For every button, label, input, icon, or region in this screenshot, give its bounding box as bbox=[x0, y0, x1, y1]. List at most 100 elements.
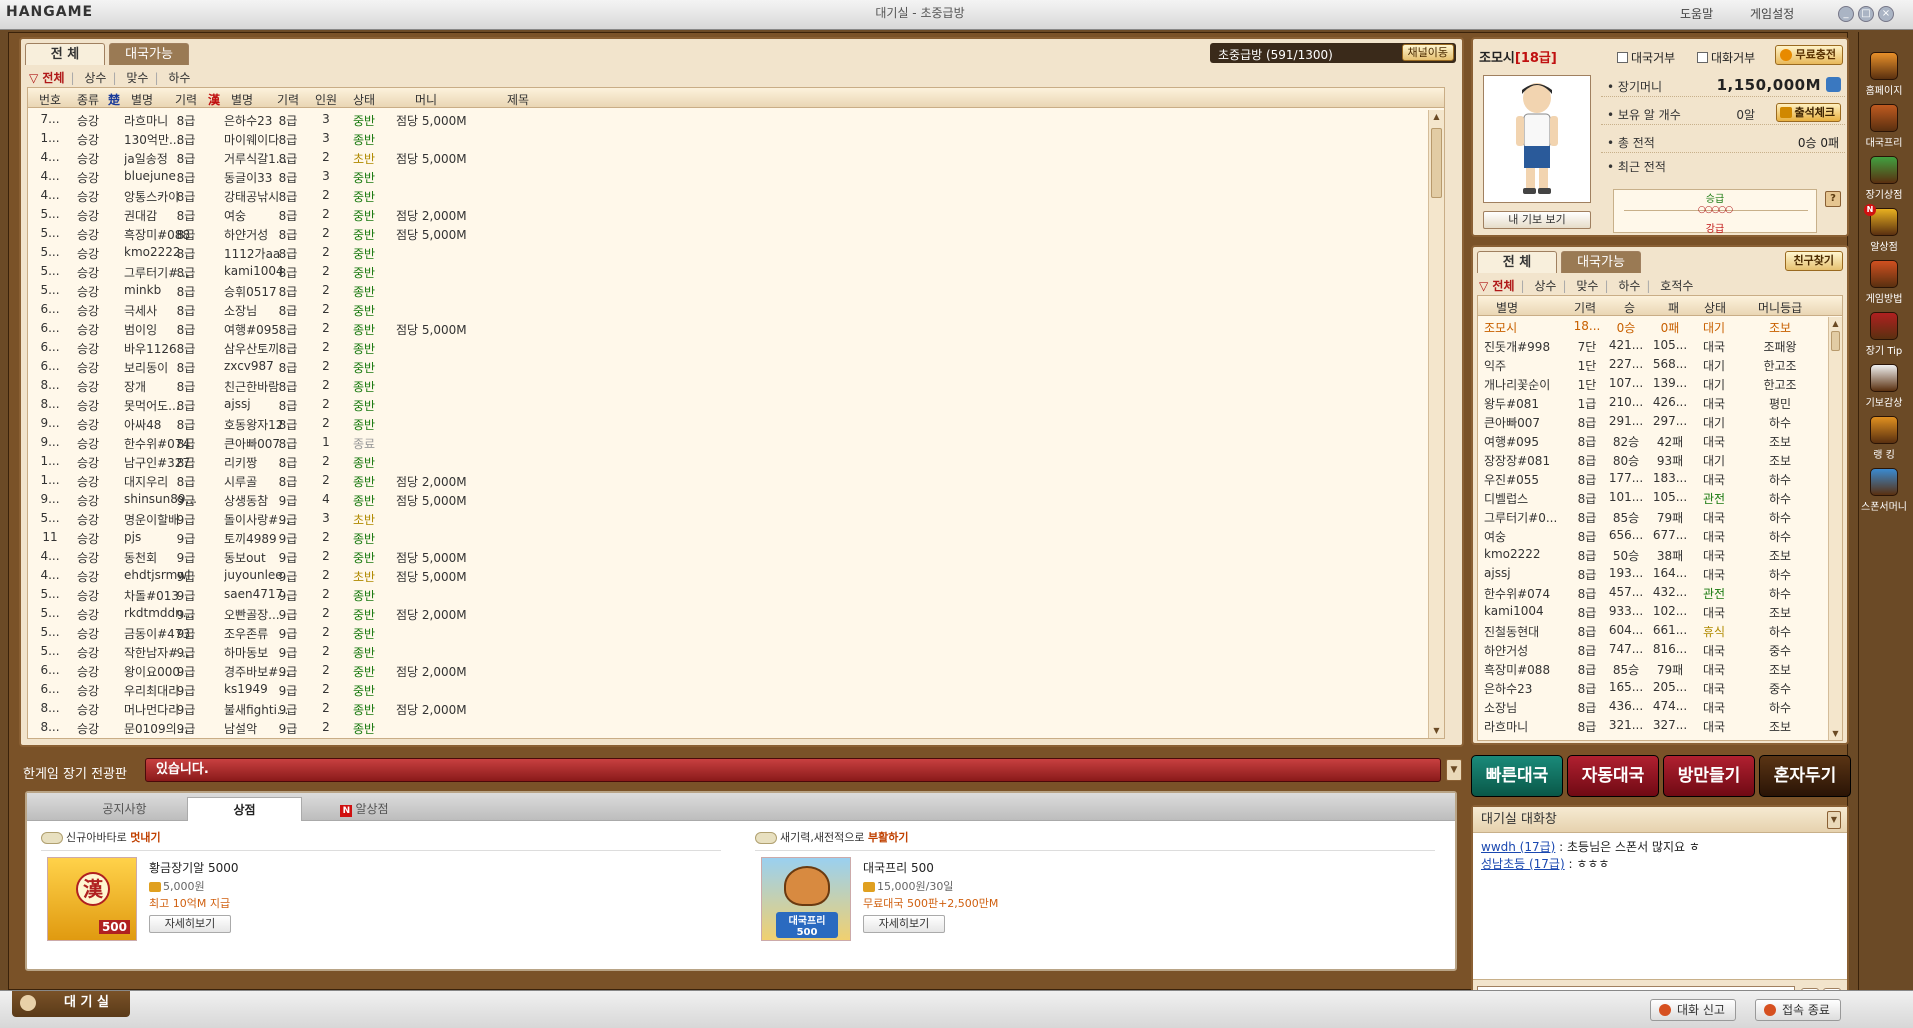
col-grade-han[interactable]: 기력 bbox=[272, 91, 304, 108]
room-row[interactable]: 9... 승강 아싸48 8급 호동왕자12 8급 2 종반 bbox=[28, 414, 1444, 433]
room-row[interactable]: 8... 승강 장개 8급 친근한바람 8급 2 종반 bbox=[28, 376, 1444, 395]
user-row[interactable]: 개나리꽃순이 1단 107... 139... 대기 한고조 bbox=[1478, 374, 1842, 393]
room-row[interactable]: 1... 승강 대지우리 8급 시루골 8급 2 종반 점당 2,000M bbox=[28, 471, 1444, 490]
col-user-money-grade[interactable]: 머니등급 bbox=[1758, 299, 1802, 316]
lobby-room-tab[interactable]: 대 기 실 bbox=[12, 991, 130, 1017]
room-row[interactable]: 6... 승강 우리최대리 9급 ks1949 9급 2 중반 bbox=[28, 680, 1444, 699]
col-type[interactable]: 종류 bbox=[72, 91, 104, 108]
create-room-button[interactable]: 방만들기 bbox=[1663, 755, 1755, 797]
col-user-grade[interactable]: 기력 bbox=[1574, 299, 1596, 316]
user-row[interactable]: 익주 1단 227... 568... 대기 한고조 bbox=[1478, 355, 1842, 374]
notice-expand-icon[interactable]: ▼ bbox=[1446, 759, 1462, 781]
product-detail-button[interactable]: 자세히보기 bbox=[863, 915, 945, 933]
my-gibo-button[interactable]: 내 기보 보기 bbox=[1483, 211, 1591, 229]
user-row[interactable]: 우진#055 8급 177... 183... 대국 하수 bbox=[1478, 469, 1842, 488]
room-row[interactable]: 4... 승강 ja일송정 8급 거루식갈1... 8급 2 초반 점당 5,000M bbox=[28, 148, 1444, 167]
scroll-up-arrow-icon[interactable]: ▲ bbox=[1431, 111, 1442, 123]
tab-all-rooms[interactable]: 전 체 bbox=[25, 43, 105, 65]
user-filter-higher[interactable]: 상수 bbox=[1534, 279, 1556, 293]
user-list-scroll-thumb[interactable] bbox=[1831, 331, 1840, 351]
col-status[interactable]: 상태 bbox=[348, 91, 380, 108]
col-nick-chu[interactable]: 별명 bbox=[124, 91, 160, 108]
chat-expand-icon[interactable]: ▼ bbox=[1827, 811, 1841, 829]
room-row[interactable]: 6... 승강 왕이요000 9급 경주바보#... 9급 2 중반 점당 2,000M bbox=[28, 661, 1444, 680]
auto-game-button[interactable]: 자동대국 bbox=[1567, 755, 1659, 797]
sidebar-howto-button[interactable]: 게임방법 bbox=[1862, 256, 1906, 312]
tab-playable-users[interactable]: 대국가능 bbox=[1561, 251, 1641, 273]
tab-shop[interactable]: 상점 bbox=[187, 797, 302, 821]
product-detail-button[interactable]: 자세히보기 bbox=[149, 915, 231, 933]
sidebar-sponsor-button[interactable]: 스폰서머니 bbox=[1861, 464, 1907, 520]
scroll-up-arrow-icon[interactable]: ▲ bbox=[1830, 318, 1841, 330]
find-friend-button[interactable]: 친구찾기 bbox=[1784, 251, 1843, 271]
col-nick-han[interactable]: 별명 bbox=[224, 91, 260, 108]
user-row[interactable]: 진돗개#998 7단 421... 105... 대국 조패왕 bbox=[1478, 336, 1842, 355]
room-row[interactable]: 4... 승강 ehdtjsrmwl 9급 juyounlee 9급 2 초반 점당 5,000… bbox=[28, 566, 1444, 585]
help-question-icon[interactable]: ? bbox=[1825, 191, 1841, 207]
close-icon[interactable]: × bbox=[1878, 6, 1894, 22]
free-charge-button[interactable]: 무료충전 bbox=[1774, 45, 1843, 65]
chat-user-link[interactable]: 성남초등 (17급) bbox=[1481, 857, 1565, 871]
user-row[interactable]: kmo2222 8급 50승 38패 대국 조보 bbox=[1478, 545, 1842, 564]
room-row[interactable]: 5... 승강 금동이#473 9급 조우존류 9급 2 중반 bbox=[28, 623, 1444, 642]
col-people[interactable]: 인원 bbox=[310, 91, 342, 108]
user-row[interactable]: 여행#095 8급 82승 42패 대국 조보 bbox=[1478, 431, 1842, 450]
maximize-icon[interactable]: □ bbox=[1858, 6, 1874, 22]
room-row[interactable]: 5... 승강 명운이할배 9급 돌이사랑#... 9급 3 초반 bbox=[28, 509, 1444, 528]
tab-egg-shop[interactable]: N 알상점 bbox=[307, 797, 422, 821]
user-list-scrollbar[interactable]: ▲ ▼ bbox=[1828, 317, 1842, 740]
room-row[interactable]: 4... 승강 bluejune 8급 동글이33 8급 3 중반 bbox=[28, 167, 1444, 186]
sidebar-egg-shop-button[interactable]: N 알상점 bbox=[1862, 204, 1906, 260]
golden-janggi-product-image[interactable]: 漢 500 bbox=[47, 857, 137, 941]
logout-button[interactable]: 접속 종료 bbox=[1755, 999, 1841, 1021]
minimize-icon[interactable]: _ bbox=[1838, 6, 1854, 22]
room-row[interactable]: 6... 승강 보리동이 8급 zxcv987 8급 2 중반 bbox=[28, 357, 1444, 376]
report-chat-button[interactable]: 대화 신고 bbox=[1650, 999, 1736, 1021]
sidebar-home-button[interactable]: 홈페이지 bbox=[1862, 48, 1906, 104]
scroll-down-arrow-icon[interactable]: ▼ bbox=[1431, 725, 1442, 737]
product-name[interactable]: 황금장기알 5000 bbox=[149, 859, 239, 876]
quick-game-button[interactable]: 빠른대국 bbox=[1471, 755, 1563, 797]
room-row[interactable]: 5... 승강 그루터기#... 8급 kami1004 8급 2 중반 bbox=[28, 262, 1444, 281]
col-user-win[interactable]: 승 bbox=[1624, 299, 1635, 316]
room-row[interactable]: 5... 승강 kmo2222 8급 1112가aa 8급 2 중반 bbox=[28, 243, 1444, 262]
user-filter-rival[interactable]: 호적수 bbox=[1660, 279, 1693, 293]
col-user-status[interactable]: 상태 bbox=[1704, 299, 1726, 316]
room-row[interactable]: 5... 승강 rkdtmddn... 9급 오빤골장... 9급 2 중반 점당 2,000M bbox=[28, 604, 1444, 623]
user-row[interactable]: 왕두#081 1급 210... 426... 대국 평민 bbox=[1478, 393, 1842, 412]
sidebar-free-play-button[interactable]: 대국프리 bbox=[1862, 100, 1906, 156]
col-subject[interactable]: 제목 bbox=[468, 91, 568, 108]
room-row[interactable]: 5... 승강 권대감 8급 여숭 8급 2 중반 점당 2,000M bbox=[28, 205, 1444, 224]
user-row[interactable]: 장장장#081 8급 80승 93패 대기 조보 bbox=[1478, 450, 1842, 469]
attendance-check-button[interactable]: 출석체크 bbox=[1775, 103, 1841, 122]
chat-user-link[interactable]: wwdh (17급) bbox=[1481, 840, 1555, 854]
sidebar-tip-button[interactable]: 장기 Tip bbox=[1862, 308, 1906, 364]
filter-higher[interactable]: 상수 bbox=[84, 71, 106, 85]
solo-play-button[interactable]: 혼자두기 bbox=[1759, 755, 1851, 797]
room-row[interactable]: 6... 승강 바우1126 8급 삼우산토끼 8급 2 종반 bbox=[28, 338, 1444, 357]
col-user-loss[interactable]: 패 bbox=[1668, 299, 1679, 316]
room-row[interactable]: 8... 승강 문0109의... 9급 남설악 9급 2 종반 bbox=[28, 718, 1444, 737]
room-row[interactable]: 8... 승강 머나먼다리 9급 불새fighti... 9급 2 종반 점당 2,000M bbox=[28, 699, 1444, 718]
user-filter-equal[interactable]: 맞수 bbox=[1576, 279, 1598, 293]
room-row[interactable]: 4... 승강 앙통스카이 8급 강태공낚시 8급 2 중반 bbox=[28, 186, 1444, 205]
col-grade-chu[interactable]: 기력 bbox=[170, 91, 202, 108]
filter-all[interactable]: ▽ 전체 bbox=[29, 71, 65, 85]
filter-lower[interactable]: 하수 bbox=[168, 71, 190, 85]
user-row[interactable]: 그루터기#0... 8급 85승 79패 대국 하수 bbox=[1478, 507, 1842, 526]
room-row[interactable]: 5... 승강 흑장미#088 8급 하얀거성 8급 2 중반 점당 5,000M bbox=[28, 224, 1444, 243]
user-row[interactable]: kami1004 8급 933... 102... 대국 조보 bbox=[1478, 602, 1842, 621]
col-number[interactable]: 번호 bbox=[34, 91, 66, 108]
user-row[interactable]: 라흐마니 8급 321... 327... 대국 조보 bbox=[1478, 716, 1842, 735]
room-row[interactable]: 6... 승강 범이잉 8급 여행#095 8급 2 종반 점당 5,000M bbox=[28, 319, 1444, 338]
room-list-scrollbar[interactable]: ▲ ▼ bbox=[1428, 110, 1444, 738]
user-row[interactable]: 은하수23 8급 165... 205... 대국 중수 bbox=[1478, 678, 1842, 697]
help-link[interactable]: 도움말 bbox=[1680, 5, 1713, 22]
user-row[interactable]: 한수위#074 8급 457... 432... 관전 하수 bbox=[1478, 583, 1842, 602]
user-row[interactable]: 큰아빠007 8급 291... 297... 대기 하수 bbox=[1478, 412, 1842, 431]
room-list-scroll-thumb[interactable] bbox=[1431, 128, 1442, 198]
tab-playable-rooms[interactable]: 대국가능 bbox=[109, 43, 189, 65]
product-name[interactable]: 대국프리 500 bbox=[863, 859, 934, 876]
tab-all-users[interactable]: 전 체 bbox=[1477, 251, 1557, 273]
user-filter-lower[interactable]: 하수 bbox=[1618, 279, 1640, 293]
